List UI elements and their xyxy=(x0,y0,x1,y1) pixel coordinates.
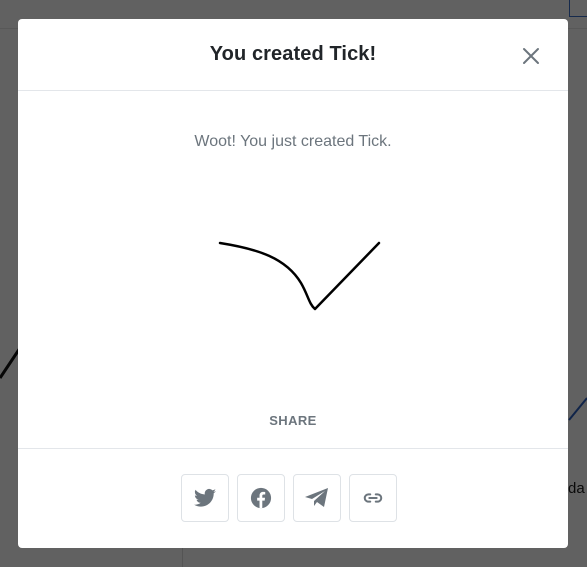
modal-title: You created Tick! xyxy=(209,43,377,65)
modal-body: Woot! You just created Tick. SHARE xyxy=(18,91,568,448)
facebook-icon xyxy=(250,487,272,509)
close-icon xyxy=(523,48,539,64)
share-telegram-button[interactable] xyxy=(293,474,341,522)
share-facebook-button[interactable] xyxy=(237,474,285,522)
twitter-icon xyxy=(194,488,216,507)
share-buttons xyxy=(181,474,397,522)
link-icon xyxy=(363,493,383,503)
copy-link-button[interactable] xyxy=(349,474,397,522)
share-label: SHARE xyxy=(269,413,317,428)
close-button[interactable] xyxy=(518,43,544,69)
modal-footer xyxy=(18,448,568,549)
modal-header: You created Tick! xyxy=(18,19,568,91)
telegram-icon xyxy=(305,488,328,507)
tick-drawing xyxy=(218,241,381,311)
success-modal: You created Tick! Woot! You just created… xyxy=(18,19,568,548)
share-twitter-button[interactable] xyxy=(181,474,229,522)
